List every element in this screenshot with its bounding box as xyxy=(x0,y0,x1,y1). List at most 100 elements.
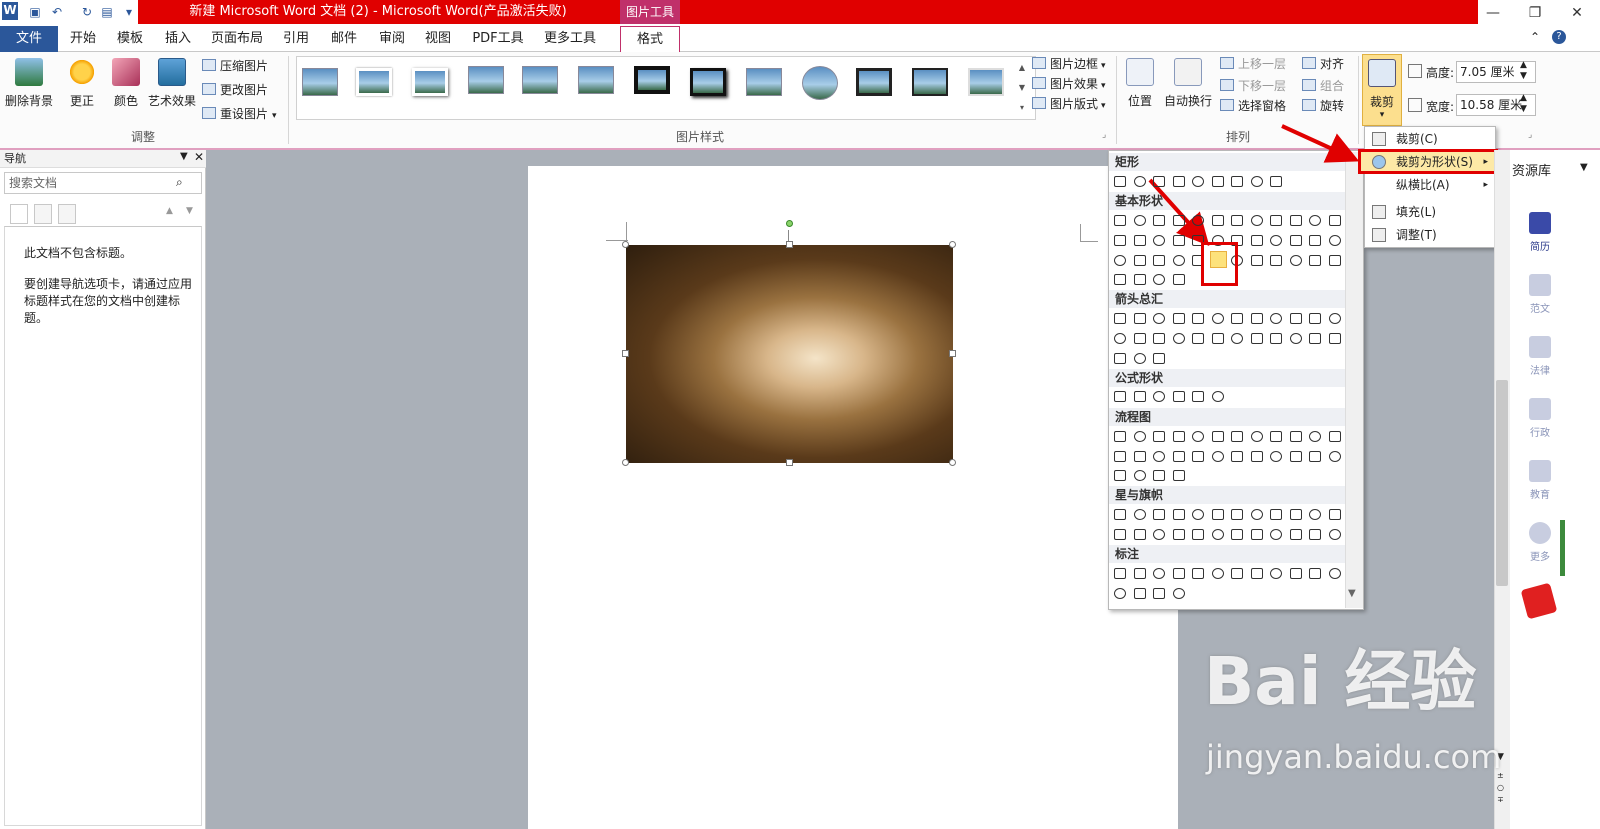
shape-option[interactable] xyxy=(1250,333,1263,344)
shape-option[interactable] xyxy=(1231,313,1243,324)
shape-option[interactable] xyxy=(1328,568,1341,579)
shape-option[interactable] xyxy=(1192,176,1204,187)
shape-option[interactable] xyxy=(1231,529,1243,540)
shape-option[interactable] xyxy=(1192,333,1204,344)
shape-option[interactable] xyxy=(1172,451,1185,462)
shape-option[interactable] xyxy=(1211,176,1224,187)
shape-option[interactable] xyxy=(1250,509,1263,520)
shape-option[interactable] xyxy=(1114,588,1126,599)
shape-option[interactable] xyxy=(1114,176,1126,187)
shape-option[interactable] xyxy=(1328,333,1341,344)
shape-option[interactable] xyxy=(1270,431,1282,442)
shape-option[interactable] xyxy=(1289,215,1302,226)
shape-option[interactable] xyxy=(1153,451,1165,462)
shape-option[interactable] xyxy=(1211,529,1224,540)
shape-option[interactable] xyxy=(1114,568,1126,579)
shape-option[interactable] xyxy=(1309,451,1321,462)
shape-option[interactable] xyxy=(1192,431,1204,442)
shape-option[interactable] xyxy=(1114,255,1126,266)
shape-option[interactable] xyxy=(1270,509,1282,520)
shape-option[interactable] xyxy=(1289,451,1302,462)
shape-option[interactable] xyxy=(1289,509,1302,520)
shape-option[interactable] xyxy=(1231,509,1243,520)
shape-option[interactable] xyxy=(1211,313,1224,324)
shape-option[interactable] xyxy=(1114,333,1126,344)
shape-option[interactable] xyxy=(1328,313,1341,324)
shape-option[interactable] xyxy=(1114,391,1126,402)
shape-option[interactable] xyxy=(1153,588,1165,599)
shape-option[interactable] xyxy=(1133,255,1146,266)
shape-option[interactable] xyxy=(1270,333,1282,344)
shape-option[interactable] xyxy=(1133,529,1146,540)
shape-option[interactable] xyxy=(1309,529,1321,540)
shape-option[interactable] xyxy=(1309,568,1321,579)
shape-option[interactable] xyxy=(1153,509,1165,520)
shape-option[interactable] xyxy=(1153,431,1165,442)
shape-option[interactable] xyxy=(1211,391,1224,402)
shape-option[interactable] xyxy=(1270,529,1282,540)
shape-option[interactable] xyxy=(1211,431,1224,442)
shape-option[interactable] xyxy=(1114,215,1126,226)
shape-option[interactable] xyxy=(1250,568,1263,579)
shape-option[interactable] xyxy=(1211,215,1224,226)
shape-option[interactable] xyxy=(1328,509,1341,520)
shape-option[interactable] xyxy=(1309,333,1321,344)
shape-option[interactable] xyxy=(1289,255,1302,266)
shape-option[interactable] xyxy=(1270,568,1282,579)
shape-option[interactable] xyxy=(1133,470,1146,481)
shape-option[interactable] xyxy=(1172,235,1185,246)
shape-option[interactable] xyxy=(1309,215,1321,226)
shape-option[interactable] xyxy=(1328,529,1341,540)
shape-option[interactable] xyxy=(1153,529,1165,540)
shape-option[interactable] xyxy=(1192,313,1204,324)
shape-option[interactable] xyxy=(1172,509,1185,520)
shape-option[interactable] xyxy=(1192,568,1204,579)
shape-option[interactable] xyxy=(1270,451,1282,462)
shape-option[interactable] xyxy=(1153,568,1165,579)
shape-option[interactable] xyxy=(1328,235,1341,246)
shape-option[interactable] xyxy=(1270,176,1282,187)
shape-option[interactable] xyxy=(1309,509,1321,520)
shape-option[interactable] xyxy=(1289,529,1302,540)
shape-option[interactable] xyxy=(1133,333,1146,344)
shape-option[interactable] xyxy=(1133,235,1146,246)
shape-option[interactable] xyxy=(1133,313,1146,324)
shape-option[interactable] xyxy=(1153,353,1165,364)
shape-option[interactable] xyxy=(1172,470,1185,481)
shape-option[interactable] xyxy=(1309,255,1321,266)
shape-option[interactable] xyxy=(1309,235,1321,246)
shape-option[interactable] xyxy=(1231,176,1243,187)
shape-option[interactable] xyxy=(1114,431,1126,442)
shape-option[interactable] xyxy=(1133,588,1146,599)
shape-option[interactable] xyxy=(1133,451,1146,462)
shape-option[interactable] xyxy=(1270,255,1282,266)
shape-option[interactable] xyxy=(1133,215,1146,226)
shape-option[interactable] xyxy=(1153,274,1165,285)
shape-option[interactable] xyxy=(1114,313,1126,324)
shape-option[interactable] xyxy=(1172,274,1185,285)
shape-option[interactable] xyxy=(1172,568,1185,579)
shape-option[interactable] xyxy=(1133,431,1146,442)
shape-option[interactable] xyxy=(1250,529,1263,540)
shape-option[interactable] xyxy=(1133,391,1146,402)
shape-option[interactable] xyxy=(1133,176,1146,187)
shape-option[interactable] xyxy=(1192,529,1204,540)
shape-option[interactable] xyxy=(1192,391,1204,402)
shape-option[interactable] xyxy=(1250,215,1263,226)
shape-option[interactable] xyxy=(1133,353,1146,364)
shape-option[interactable] xyxy=(1231,215,1243,226)
shape-option[interactable] xyxy=(1289,235,1302,246)
shape-option[interactable] xyxy=(1250,313,1263,324)
shape-option[interactable] xyxy=(1289,431,1302,442)
shape-option[interactable] xyxy=(1231,333,1243,344)
shape-option[interactable] xyxy=(1172,215,1185,226)
shape-option[interactable] xyxy=(1133,509,1146,520)
shape-option[interactable] xyxy=(1231,568,1243,579)
shape-option[interactable] xyxy=(1172,333,1185,344)
shape-option[interactable] xyxy=(1192,509,1204,520)
shape-option[interactable] xyxy=(1172,176,1185,187)
shape-option[interactable] xyxy=(1250,431,1263,442)
shape-option[interactable] xyxy=(1153,235,1165,246)
shape-option[interactable] xyxy=(1153,313,1165,324)
shape-option[interactable] xyxy=(1172,313,1185,324)
